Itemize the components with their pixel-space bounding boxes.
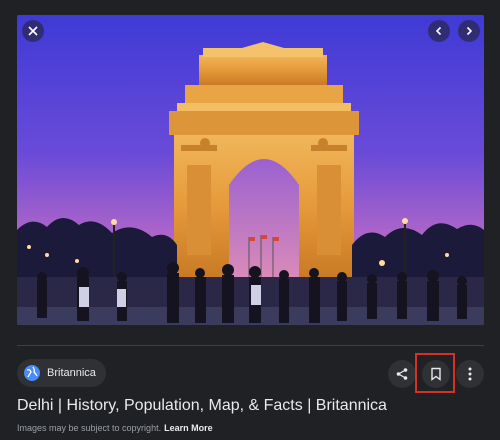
source-chip[interactable]: Britannica xyxy=(17,359,106,387)
divider xyxy=(17,345,484,346)
chevron-right-icon xyxy=(466,26,473,36)
india-gate-photo[interactable] xyxy=(17,15,484,325)
result-title[interactable]: Delhi | History, Population, Map, & Fact… xyxy=(17,397,487,415)
more-vert-icon xyxy=(468,367,472,381)
globe-icon xyxy=(23,364,41,382)
highlight-box xyxy=(415,353,455,393)
image-viewer-panel: Britannica Delhi | History, Population, … xyxy=(0,0,500,440)
copyright-text: Images may be subject to copyright. xyxy=(17,423,162,433)
learn-more-link[interactable]: Learn More xyxy=(164,423,213,433)
source-name: Britannica xyxy=(47,367,96,379)
next-image-button[interactable] xyxy=(458,20,480,42)
chevron-left-icon xyxy=(435,26,442,36)
close-button[interactable] xyxy=(22,20,44,42)
more-options-button[interactable] xyxy=(456,360,484,388)
copyright-notice: Images may be subject to copyright. Learn… xyxy=(17,423,213,433)
share-icon xyxy=(396,368,408,380)
share-button[interactable] xyxy=(388,360,416,388)
previous-image-button[interactable] xyxy=(428,20,450,42)
close-icon xyxy=(28,26,38,36)
